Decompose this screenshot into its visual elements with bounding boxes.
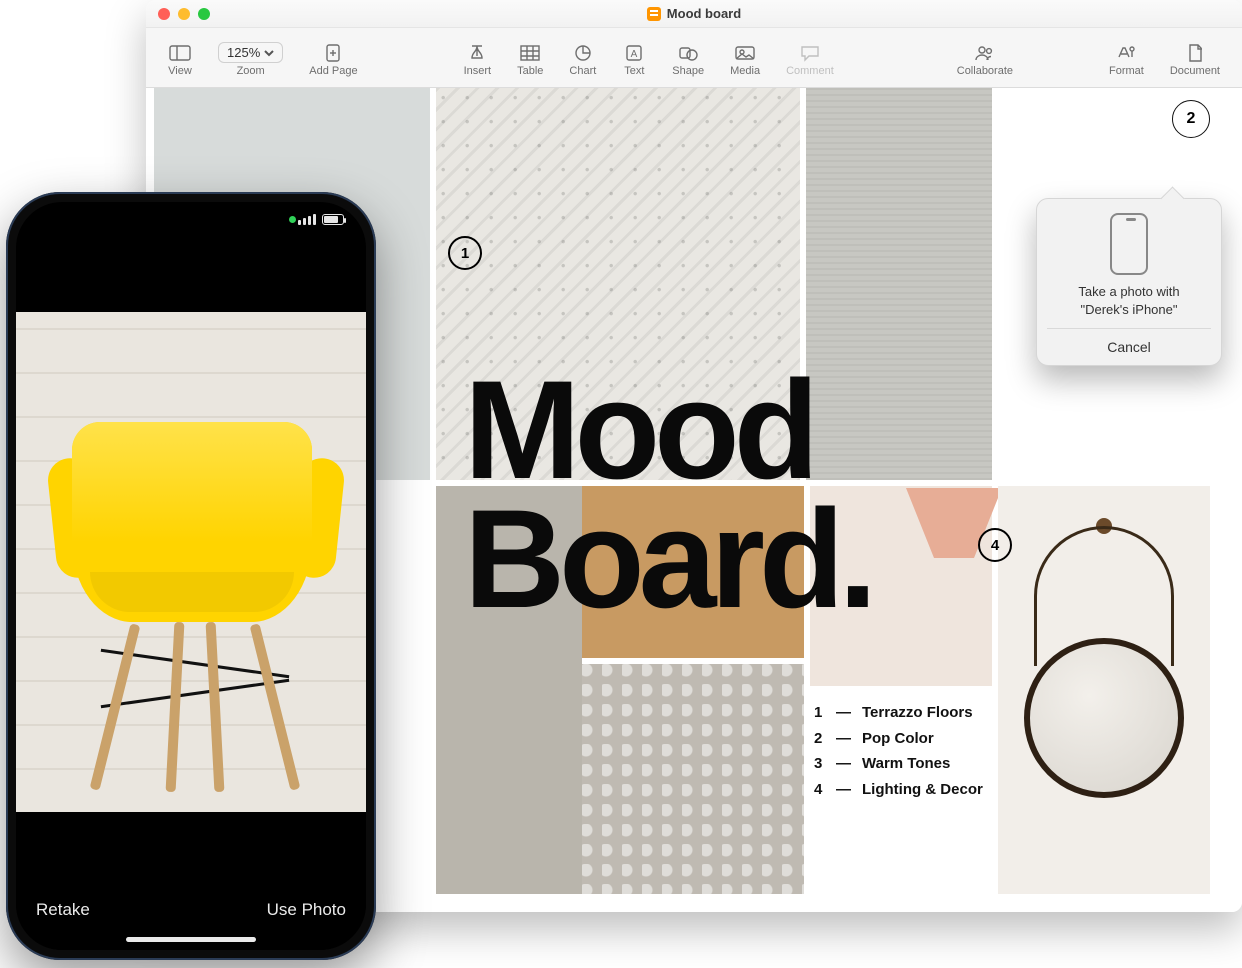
home-indicator[interactable] [126,937,256,942]
legend-label: Pop Color [862,726,934,752]
continuity-camera-popover: Take a photo with "Derek's iPhone" Cance… [1036,198,1222,366]
zoom-button[interactable]: 125% Zoom [210,40,291,79]
legend: 1—Terrazzo Floors 2—Pop Color 3—Warm Ton… [814,700,983,802]
svg-text:A: A [631,49,638,60]
comment-label: Comment [786,65,834,77]
popover-text: Take a photo with "Derek's iPhone" [1047,283,1211,328]
heading-line1: Mood [464,366,871,495]
toolbar: View 125% Zoom Add Page Insert Table Cha… [146,28,1242,88]
minimize-window-button[interactable] [178,8,190,20]
cellular-icon [298,214,316,225]
iphone-device: Retake Use Photo [6,192,376,960]
page-heading[interactable]: Mood Board. [464,366,871,624]
camera-preview[interactable] [16,312,366,812]
chart-label: Chart [569,65,596,77]
pages-doc-icon [647,7,661,21]
media-label: Media [730,65,760,77]
pendant-lamp-icon [866,488,986,598]
shape-button[interactable]: Shape [664,41,712,79]
comment-button: Comment [778,41,842,79]
zoom-value: 125% [227,45,260,60]
heading-line2: Board. [464,495,871,624]
iphone-outline-icon [1110,213,1148,275]
legend-label: Terrazzo Floors [862,700,973,726]
collaborate-label: Collaborate [957,65,1013,77]
add-page-label: Add Page [309,65,357,77]
titlebar: Mood board [146,0,1242,28]
camera-in-use-indicator-icon [289,216,296,223]
document-label: Document [1170,65,1220,77]
document-button[interactable]: Document [1162,41,1228,79]
shape-label: Shape [672,65,704,77]
legend-label: Warm Tones [862,751,950,777]
legend-row: 2—Pop Color [814,726,983,752]
zoom-window-button[interactable] [198,8,210,20]
chart-button[interactable]: Chart [561,41,604,79]
table-label: Table [517,65,543,77]
retake-button[interactable]: Retake [36,900,90,920]
zoom-label: Zoom [237,65,265,77]
format-label: Format [1109,65,1144,77]
text-label: Text [624,65,644,77]
page-number-badge: 2 [1172,100,1210,138]
popover-cancel-button[interactable]: Cancel [1047,328,1211,365]
close-window-button[interactable] [158,8,170,20]
use-photo-button[interactable]: Use Photo [267,900,346,920]
insert-label: Insert [464,65,492,77]
media-button[interactable]: Media [722,41,768,79]
window-title: Mood board [210,6,1178,21]
dynamic-island [136,212,246,240]
legend-row: 4—Lighting & Decor [814,777,983,803]
collaborate-button[interactable]: Collaborate [949,41,1021,79]
image-tile-fur-rug[interactable] [582,664,804,894]
legend-row: 1—Terrazzo Floors [814,700,983,726]
window-controls [158,8,210,20]
format-button[interactable]: Format [1101,41,1152,79]
callout-4[interactable]: 4 [978,528,1012,562]
callout-1[interactable]: 1 [448,236,482,270]
zoom-value-pill[interactable]: 125% [218,42,283,63]
table-button[interactable]: Table [509,41,551,79]
battery-icon [322,214,344,225]
legend-label: Lighting & Decor [862,777,983,803]
view-label: View [168,65,192,77]
hanging-mirror-icon [1024,518,1184,838]
insert-button[interactable]: Insert [456,41,500,79]
view-button[interactable]: View [160,41,200,79]
camera-confirm-bar: Retake Use Photo [16,822,366,950]
text-button[interactable]: A Text [614,41,654,79]
yellow-chair-subject [46,422,346,802]
chevron-down-icon [264,48,274,58]
window-title-text: Mood board [667,6,741,21]
legend-row: 3—Warm Tones [814,751,983,777]
add-page-button[interactable]: Add Page [301,41,365,79]
